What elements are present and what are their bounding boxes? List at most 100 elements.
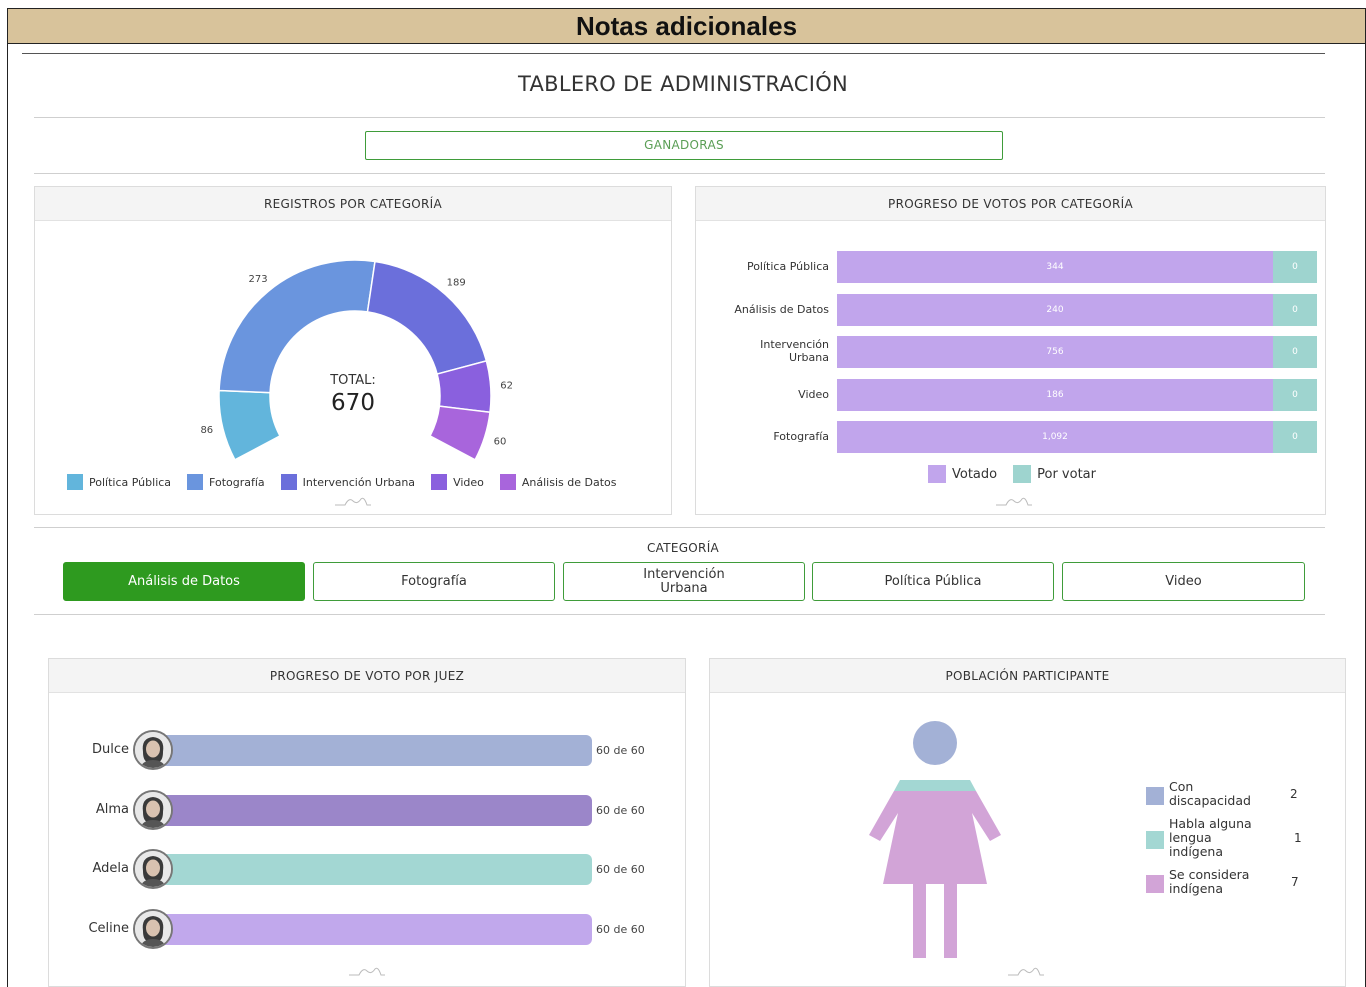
bar-voted[interactable]: 240 [837, 293, 1273, 326]
figure-body [869, 791, 1001, 884]
registros-legend: Política Pública Fotografía Intervención… [67, 474, 633, 490]
legend-label: Análisis de Datos [521, 475, 617, 489]
wave-icon [1008, 967, 1044, 976]
tab-intervencion-urbana[interactable]: Intervención Urbana [563, 562, 805, 601]
figure-head [913, 721, 957, 765]
donut-slice[interactable] [429, 405, 491, 461]
bar-voted[interactable]: 344 [837, 251, 1273, 283]
judge-progress-bar[interactable] [157, 913, 592, 945]
female-figure-icon [869, 721, 1001, 958]
categoria-title: CATEGORÍA [646, 541, 720, 555]
wave-icon [335, 497, 371, 506]
bar-category-label: Análisis de Datos [734, 302, 829, 316]
legend-label: Política Pública [89, 475, 172, 489]
poblacion-card: POBLACIÓN PARTICIPANTE Con discapacidad … [709, 658, 1346, 987]
progreso-juez-card-title: PROGRESO DE VOTO POR JUEZ [49, 659, 685, 693]
bar-voted[interactable]: 186 [837, 378, 1273, 411]
legend-swatch [1146, 875, 1164, 893]
legend-swatch [1013, 465, 1032, 483]
pop-count: 1 [1294, 831, 1302, 845]
judge-name: Alma [95, 801, 129, 817]
progreso-categoria-card-title: PROGRESO DE VOTOS POR CATEGORÍA [696, 187, 1325, 221]
legend-swatch [280, 474, 297, 490]
judge-progress-bar[interactable] [157, 794, 592, 826]
donut-slice-label: 189 [447, 278, 466, 289]
poblacion-card-title: POBLACIÓN PARTICIPANTE [710, 659, 1345, 693]
bar-pending[interactable]: 0 [1273, 421, 1317, 453]
bar-voted[interactable]: 1,092 [837, 421, 1273, 453]
judge-vote-count: 60 de 60 [596, 744, 645, 757]
registros-card-title: REGISTROS POR CATEGORÍA [35, 187, 671, 221]
donut-total-value: 670 [331, 390, 375, 416]
divider [34, 173, 1325, 174]
legend-swatch [187, 474, 204, 490]
progreso-juez-card: PROGRESO DE VOTO POR JUEZ Dulce 60 de 60 A… [48, 658, 686, 987]
donut-slice[interactable] [366, 260, 488, 375]
avatar[interactable] [133, 908, 173, 949]
judge-name: Celine [88, 920, 129, 936]
pop-count: 7 [1291, 875, 1299, 889]
divider [22, 53, 1325, 54]
judge-name: Dulce [91, 742, 129, 757]
legend-label: Video [453, 475, 484, 489]
legend-item[interactable]: Intervención Urbana [280, 474, 415, 490]
legend-swatch [499, 474, 516, 490]
donut-total-label: TOTAL: [330, 373, 376, 388]
legend-label: Por votar [1037, 466, 1096, 482]
legend-swatch [431, 474, 448, 490]
tab-analisis-de-datos[interactable]: Análisis de Datos [63, 562, 305, 601]
bar-category-label: Intervención Urbana [760, 338, 829, 364]
judge-name: Adela [92, 861, 130, 876]
tab-video[interactable]: Video [1062, 562, 1305, 601]
legend-item[interactable]: Video [431, 474, 484, 490]
pop-legend-label: Con discapacidad [1169, 779, 1251, 808]
legend-item[interactable]: Votado [928, 465, 997, 483]
pop-legend-label: Se considera indígena [1169, 867, 1250, 896]
legend-swatch [1146, 831, 1164, 849]
legend-swatch [67, 474, 83, 490]
judge-vote-count: 60 de 60 [596, 863, 645, 876]
pop-legend-label: Habla alguna lengua indígena [1169, 816, 1252, 859]
judge-vote-count: 60 de 60 [596, 803, 645, 817]
tab-politica-publica[interactable]: Política Pública [812, 562, 1054, 601]
progreso-categoria-legend: Votado Por votar [928, 465, 1112, 483]
legend-label: Votado [952, 466, 998, 482]
legend-item[interactable]: Por votar [1013, 465, 1096, 483]
divider [34, 614, 1325, 615]
bar-category-label: Fotografía [773, 430, 829, 443]
legend-item[interactable]: Política Pública [67, 474, 171, 490]
donut-slice-label: 273 [249, 274, 268, 285]
donut-slice-label: 60 [494, 437, 507, 448]
registros-donut-chart: 86 273 189 62 60 [200, 259, 513, 461]
banner-title: Notas adicionales [8, 9, 1365, 44]
page-title: TABLERO DE ADMINISTRACIÓN [517, 72, 849, 96]
donut-slice[interactable] [218, 389, 281, 461]
wave-icon [349, 967, 385, 976]
judge-progress-bar[interactable] [157, 735, 592, 766]
registros-card: REGISTROS POR CATEGORÍA 86 273 189 62 60 TOT… [34, 186, 672, 515]
pop-count: 2 [1290, 787, 1298, 801]
legend-item[interactable]: Fotografía [187, 474, 265, 490]
legend-item[interactable]: Análisis de Datos [499, 474, 617, 490]
bar-pending[interactable]: 0 [1273, 336, 1317, 368]
bar-pending[interactable]: 0 [1273, 378, 1317, 411]
judge-progress-bar[interactable] [157, 854, 592, 885]
figure-leg [913, 884, 926, 958]
winners-button[interactable]: GANADORAS [365, 131, 1003, 160]
bar-category-label: Video [798, 387, 829, 401]
legend-label: Fotografía [209, 475, 265, 489]
avatar[interactable] [133, 730, 173, 770]
donut-slice-label: 62 [500, 380, 513, 391]
avatar[interactable] [133, 849, 173, 889]
figure-leg [944, 884, 957, 958]
wave-icon [996, 497, 1032, 506]
divider [34, 117, 1325, 118]
avatar[interactable] [133, 789, 173, 830]
legend-swatch [1146, 787, 1164, 805]
bar-voted[interactable]: 756 [837, 336, 1273, 368]
figure-collar [894, 780, 976, 791]
bar-pending[interactable]: 0 [1273, 251, 1317, 283]
bar-pending[interactable]: 0 [1273, 293, 1317, 326]
donut-slice-label: 86 [200, 425, 213, 436]
tab-fotografia[interactable]: Fotografía [313, 562, 555, 601]
